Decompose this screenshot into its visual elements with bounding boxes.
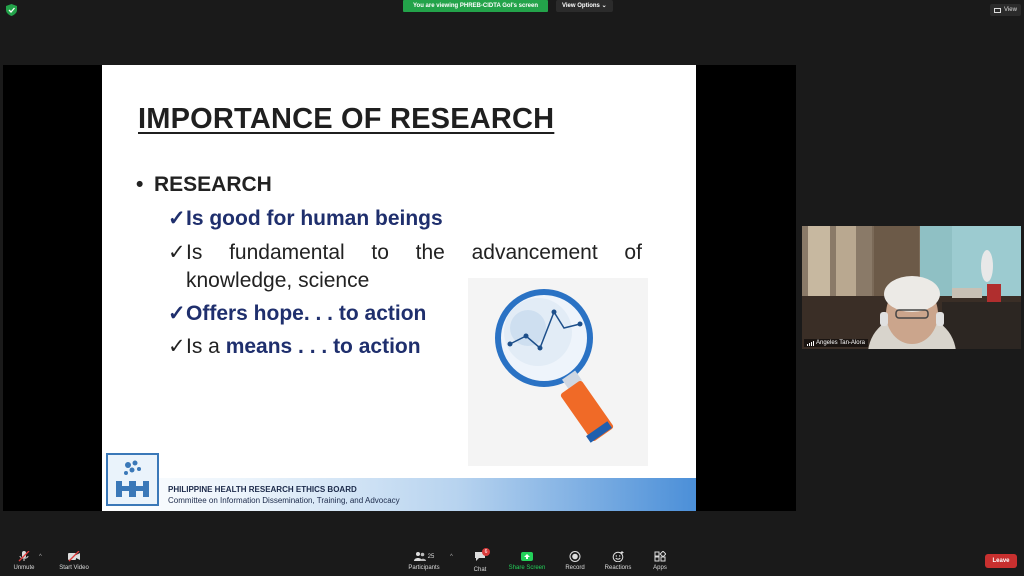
view-button[interactable]: View	[990, 4, 1021, 16]
chat-unread-badge: 6	[482, 548, 490, 556]
apps-button[interactable]: Apps	[648, 551, 672, 571]
security-shield-icon[interactable]	[6, 4, 17, 16]
check-item-word: of	[624, 241, 642, 264]
check-item-word: ✓Is	[168, 239, 202, 267]
magnifier-illustration	[468, 278, 648, 466]
slide-title: IMPORTANCE OF RESEARCH	[138, 103, 555, 135]
bullet-dot: •	[136, 173, 144, 196]
check-item-word: to	[371, 241, 389, 264]
footer-org-name: PHILIPPINE HEALTH RESEARCH ETHICS BOARD	[168, 485, 357, 494]
check-item-prefix: Is a	[186, 335, 226, 358]
check-item-word: advancement	[471, 241, 598, 264]
participant-name: Angeles Tan-Alora	[816, 340, 865, 346]
share-screen-icon	[521, 552, 533, 561]
share-screen-label: Share Screen	[508, 565, 546, 571]
reactions-icon	[612, 551, 624, 562]
grid-view-icon	[994, 7, 1001, 13]
checkmark-icon: ✓	[168, 335, 186, 358]
meeting-topbar: You are viewing PHREB-CIDTA GoI's screen…	[0, 0, 1024, 20]
participants-options-caret-icon[interactable]: ^	[450, 554, 453, 560]
meeting-toolbar: Unmute ^ Start Video 25 Participants ^ 6…	[0, 545, 1024, 576]
bullet-text: RESEARCH	[154, 173, 272, 196]
check-item-word: fundamental	[229, 241, 345, 264]
participants-icon-row: 25	[404, 551, 444, 562]
phreb-logo	[106, 453, 159, 506]
phreb-logo-graphic	[116, 460, 149, 497]
participant-video-feed	[802, 226, 1021, 349]
unmute-button[interactable]: Unmute	[8, 551, 40, 571]
audio-options-caret-icon[interactable]: ^	[39, 554, 42, 560]
signal-strength-icon	[807, 340, 814, 346]
presentation-slide: IMPORTANCE OF RESEARCH • RESEARCH ✓Is goo…	[102, 65, 696, 511]
checkmark-icon: ✓	[168, 207, 186, 230]
participant-video-tile[interactable]: Angeles Tan-Alora	[802, 226, 1021, 349]
record-label: Record	[565, 565, 585, 571]
checkmark-icon: ✓	[168, 241, 186, 264]
chat-button[interactable]: 6 Chat	[468, 548, 492, 573]
slide-footer-band	[102, 478, 696, 511]
check-item-line1: ✓Is fundamental to the advancement of	[168, 239, 642, 267]
check-item-text: Is good for human beings	[186, 207, 443, 230]
share-screen-button[interactable]: Share Screen	[506, 551, 548, 571]
record-icon	[569, 551, 581, 562]
start-video-button[interactable]: Start Video	[56, 551, 92, 571]
unmute-label: Unmute	[13, 565, 35, 571]
check-item-means: ✓Is a means . . . to action	[168, 333, 421, 361]
reactions-button[interactable]: Reactions	[602, 551, 634, 571]
participants-button[interactable]: 25 Participants	[404, 551, 444, 571]
chevron-down-icon: ⌄	[601, 3, 607, 9]
footer-committee-name: Committee on Information Dissemination, …	[168, 496, 400, 505]
view-label: View	[1004, 7, 1017, 13]
participant-count: 25	[427, 553, 435, 560]
record-button[interactable]: Record	[562, 551, 588, 571]
check-item-text: Offers hope. . . to action	[186, 302, 427, 325]
check-item-bold: means . . . to action	[225, 335, 421, 358]
muted-microphone-icon	[18, 551, 30, 562]
participants-icon	[413, 552, 426, 561]
check-item-offers-hope: ✓Offers hope. . . to action	[168, 300, 426, 328]
leave-button[interactable]: Leave	[985, 554, 1017, 568]
view-options-label: View Options	[562, 3, 600, 9]
slide-bullet: • RESEARCH	[136, 173, 272, 197]
checkmark-icon: ✓	[168, 302, 186, 325]
video-off-icon	[68, 551, 80, 562]
viewing-screen-banner: You are viewing PHREB-CIDTA GoI's screen	[403, 0, 548, 12]
check-item-word: the	[415, 241, 445, 264]
chat-icon-wrap: 6	[474, 548, 490, 564]
view-options-button[interactable]: View Options ⌄	[556, 0, 613, 12]
participant-name-label: Angeles Tan-Alora	[804, 339, 868, 347]
magnifying-glass-chart-icon	[495, 289, 614, 443]
chat-label: Chat	[473, 567, 487, 573]
reactions-label: Reactions	[604, 565, 632, 571]
apps-icon	[654, 551, 666, 562]
apps-label: Apps	[653, 565, 667, 571]
participants-label: Participants	[408, 565, 440, 571]
check-item-good-for-human: ✓Is good for human beings	[168, 205, 443, 233]
start-video-label: Start Video	[59, 565, 89, 571]
